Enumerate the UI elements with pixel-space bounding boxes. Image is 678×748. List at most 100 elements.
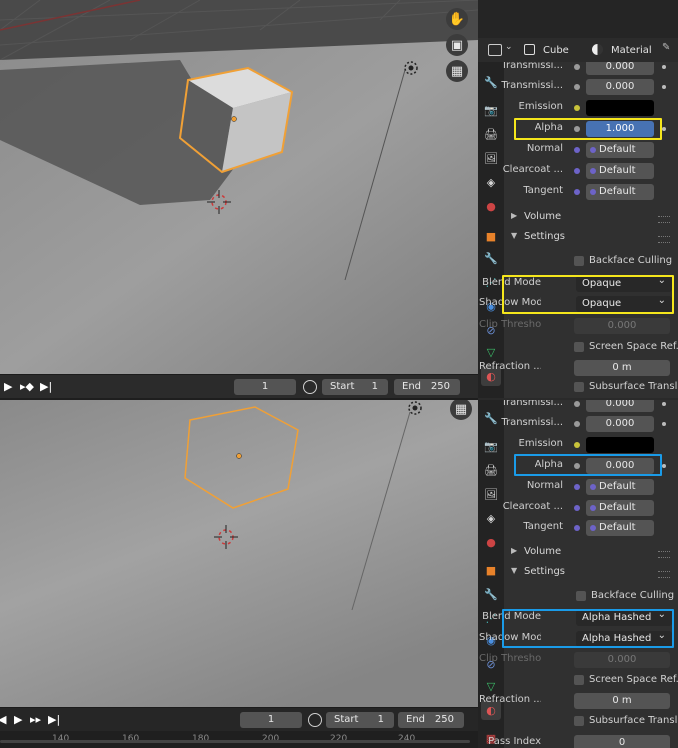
modifier-icon[interactable]: 🔧 xyxy=(481,584,501,604)
pass-index-field[interactable]: 0 xyxy=(574,735,670,748)
drag-grip-icon[interactable] xyxy=(658,551,670,558)
property-row: Normal Default xyxy=(504,140,678,160)
value-field[interactable]: 0.000 xyxy=(586,79,654,95)
backface-culling-checkbox[interactable] xyxy=(576,591,586,601)
socket-icon[interactable] xyxy=(574,505,580,511)
socket-icon[interactable] xyxy=(574,421,580,427)
pin-icon[interactable]: ✎ xyxy=(662,42,670,53)
scene-icon[interactable]: ◈ xyxy=(481,172,501,192)
hand-icon[interactable]: ✋ xyxy=(446,8,468,30)
keyframe-dot-icon[interactable] xyxy=(662,85,666,89)
drag-grip-icon[interactable] xyxy=(658,216,670,223)
socket-icon[interactable] xyxy=(574,401,580,407)
value-field[interactable]: Default xyxy=(586,520,654,536)
start-frame-field[interactable]: Start 1 xyxy=(326,712,394,728)
keyframe-dot-icon[interactable] xyxy=(662,402,666,406)
subsurface-checkbox[interactable] xyxy=(574,382,584,392)
value-field[interactable]: Default xyxy=(586,184,654,200)
socket-icon[interactable] xyxy=(574,84,580,90)
camera-icon[interactable]: ▣ xyxy=(446,34,468,56)
render-properties-icon[interactable]: 📷 xyxy=(481,436,501,456)
modifier-icon[interactable]: 🔧 xyxy=(481,248,501,268)
viewport-bottom[interactable]: ▦ xyxy=(0,400,478,707)
refraction-depth-field[interactable]: 0 m xyxy=(574,693,670,709)
jump-end-icon[interactable]: ▶| xyxy=(48,713,60,727)
end-frame-field[interactable]: End 250 xyxy=(398,712,464,728)
tool-properties-icon[interactable]: 🔧 xyxy=(481,72,501,92)
ruler-scrollbar[interactable] xyxy=(0,740,470,743)
keyframe-dot-icon[interactable] xyxy=(662,65,666,69)
panel-volume[interactable]: ▶ Volume xyxy=(504,208,678,228)
render-properties-icon[interactable]: 📷 xyxy=(481,100,501,120)
refraction-depth-field[interactable]: 0 m xyxy=(574,360,670,376)
property-label: Tangent xyxy=(523,521,563,532)
value-field[interactable]: 0.000 xyxy=(586,416,654,432)
clock-icon[interactable] xyxy=(303,380,317,394)
checkbox-label: Subsurface Transl... xyxy=(589,715,678,726)
clip-threshold-field[interactable]: 0.000 xyxy=(574,652,670,668)
value-field[interactable]: Default xyxy=(586,142,654,158)
chevron-down-icon[interactable]: ⌄ xyxy=(505,42,513,52)
object-data-icon[interactable]: ▽ xyxy=(481,342,501,362)
view-layer-icon[interactable]: 🖼 xyxy=(481,484,501,504)
output-properties-icon[interactable]: 🖨 xyxy=(481,460,501,480)
jump-end-icon[interactable]: ▶| xyxy=(40,380,52,394)
clock-icon[interactable] xyxy=(308,713,322,727)
viewport-top[interactable]: ✋ ▣ ▦ xyxy=(0,0,478,375)
play-icon[interactable]: ▶ xyxy=(14,713,22,727)
start-frame-field[interactable]: Start 1 xyxy=(322,379,388,395)
editor-type-icon[interactable] xyxy=(488,44,502,56)
play-icon[interactable]: ▶ xyxy=(4,380,12,394)
socket-icon[interactable] xyxy=(574,147,580,153)
screen-space-ref-checkbox[interactable] xyxy=(574,342,584,352)
world-icon[interactable]: ● xyxy=(481,196,501,216)
world-icon[interactable]: ● xyxy=(481,532,501,552)
emission-color-swatch[interactable] xyxy=(586,100,654,116)
socket-icon[interactable] xyxy=(574,484,580,490)
value-field[interactable]: Default xyxy=(586,163,654,179)
keyframe-dot-icon[interactable] xyxy=(662,422,666,426)
subsurface-checkbox[interactable] xyxy=(574,716,584,726)
object-properties-icon[interactable]: ■ xyxy=(481,226,501,246)
end-frame-field[interactable]: End 250 xyxy=(394,379,460,395)
screen-space-ref-checkbox[interactable] xyxy=(574,675,584,685)
socket-icon[interactable] xyxy=(574,189,580,195)
property-label: Normal xyxy=(526,480,563,491)
breadcrumb-object[interactable]: Cube xyxy=(543,45,569,56)
property-label: Emission xyxy=(518,101,564,112)
current-frame-field[interactable]: 1 xyxy=(234,379,296,395)
start-label: Start xyxy=(330,381,355,392)
keyframe-dot-icon[interactable] xyxy=(662,464,666,468)
value-field[interactable]: 0.000 xyxy=(586,62,654,75)
grid-icon[interactable]: ▦ xyxy=(446,60,468,82)
value-field[interactable]: Default xyxy=(586,479,654,495)
keyframe-dot-icon[interactable] xyxy=(662,127,666,131)
value-field[interactable]: 0.000 xyxy=(586,400,654,412)
socket-icon[interactable] xyxy=(574,64,580,70)
object-properties-icon[interactable]: ■ xyxy=(481,560,501,580)
clip-threshold-field[interactable]: 0.000 xyxy=(574,318,670,334)
backface-culling-checkbox[interactable] xyxy=(574,256,584,266)
socket-icon[interactable] xyxy=(574,525,580,531)
scene-icon[interactable]: ◈ xyxy=(481,508,501,528)
value-field[interactable]: Default xyxy=(586,500,654,516)
socket-icon[interactable] xyxy=(574,105,580,111)
breadcrumb-material[interactable]: Material xyxy=(611,45,652,56)
panel-settings[interactable]: ▼ Settings xyxy=(504,563,678,583)
tool-properties-icon[interactable]: 🔧 xyxy=(481,408,501,428)
emission-color-swatch[interactable] xyxy=(586,437,654,453)
object-data-icon[interactable]: ▽ xyxy=(481,676,501,696)
panel-volume[interactable]: ▶ Volume xyxy=(504,543,678,563)
next-keyframe-icon[interactable]: ▸◆ xyxy=(20,380,34,394)
property-label: Clip Thresho... xyxy=(479,653,541,664)
socket-icon[interactable] xyxy=(574,442,580,448)
current-frame-field[interactable]: 1 xyxy=(240,712,302,728)
drag-grip-icon[interactable] xyxy=(658,236,670,243)
panel-settings[interactable]: ▼ Settings xyxy=(504,228,678,248)
output-properties-icon[interactable]: 🖨 xyxy=(481,124,501,144)
jump-start-icon[interactable]: ◀ xyxy=(0,713,6,727)
next-keyframe-icon[interactable]: ▸▸ xyxy=(30,713,41,727)
socket-icon[interactable] xyxy=(574,168,580,174)
view-layer-icon[interactable]: 🖼 xyxy=(481,148,501,168)
drag-grip-icon[interactable] xyxy=(658,571,670,578)
